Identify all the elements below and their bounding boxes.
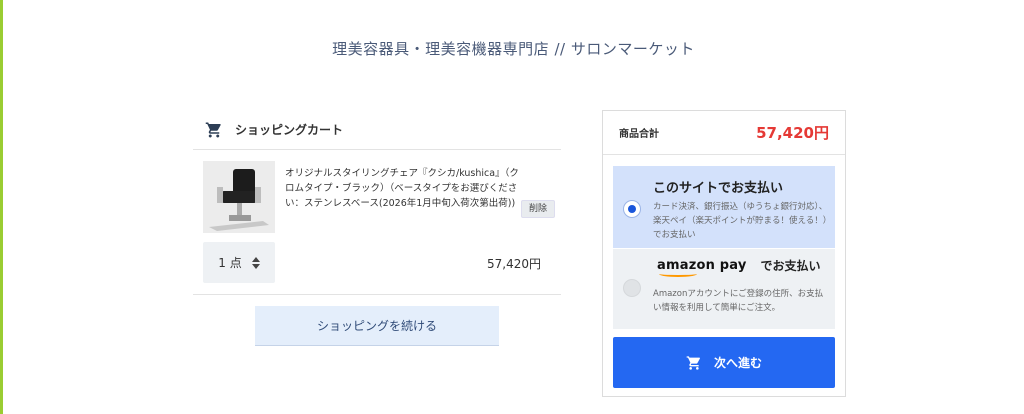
item-price: 57,420円 bbox=[487, 257, 541, 271]
cart-panel: ショッピングカート オリジナルスタイリングチェア『クシカ/kushica』（クロ… bbox=[193, 110, 561, 295]
next-label: 次へ進む bbox=[713, 356, 762, 370]
total-value: 57,420円 bbox=[756, 124, 829, 142]
radio-unselected-icon[interactable] bbox=[623, 279, 641, 297]
shop-title[interactable]: 理美容器具・理美容機器専門店 // サロンマーケット bbox=[3, 38, 1024, 59]
payment-amazon-description: Amazonアカウントにご登録の住所、お支払い情報を利用して簡単にご注文。 bbox=[653, 289, 824, 313]
cart-icon bbox=[205, 122, 221, 137]
total-label: 商品合計 bbox=[619, 129, 659, 140]
amazon-pay-heading: amazon pay でお支払い bbox=[657, 257, 821, 277]
product-image[interactable] bbox=[203, 161, 275, 233]
amazon-pay-title-suffix: でお支払い bbox=[760, 259, 821, 273]
payment-site-description: カード決済、銀行振込（ゆうちょ銀行対応）、楽天ペイ（楽天ポイントが貯まる！使える… bbox=[653, 202, 828, 240]
updown-icon bbox=[251, 256, 260, 269]
payment-option-amazon[interactable]: amazon pay でお支払い Amazonアカウントにご登録の住所、お支払い… bbox=[613, 249, 835, 329]
cart-item: オリジナルスタイリングチェア『クシカ/kushica』（クロムタイプ・ブラック）… bbox=[193, 150, 561, 295]
payment-option-site[interactable]: このサイトでお支払い カード決済、銀行振込（ゆうちょ銀行対応）、楽天ペイ（楽天ポ… bbox=[613, 166, 835, 248]
cart-header: ショッピングカート bbox=[193, 110, 561, 150]
cart-icon bbox=[686, 355, 700, 370]
payment-summary: 商品合計 57,420円 このサイトでお支払い カード決済、銀行振込（ゆうちょ銀… bbox=[602, 110, 846, 397]
continue-shopping-button[interactable]: ショッピングを続ける bbox=[255, 306, 499, 346]
payment-site-title: このサイトでお支払い bbox=[653, 181, 784, 196]
item-name[interactable]: オリジナルスタイリングチェア『クシカ/kushica』（クロムタイプ・ブラック）… bbox=[285, 166, 525, 211]
cart-title: ショッピングカート bbox=[235, 123, 344, 137]
quantity-select[interactable]: 1 点 bbox=[203, 242, 275, 283]
next-button[interactable]: 次へ進む bbox=[613, 337, 835, 388]
amazon-pay-logo: amazon pay bbox=[657, 258, 747, 277]
quantity-label: 1 点 bbox=[218, 256, 242, 270]
radio-selected-icon[interactable] bbox=[623, 200, 641, 218]
total-row: 商品合計 57,420円 bbox=[603, 111, 845, 155]
delete-button[interactable]: 削除 bbox=[521, 200, 555, 218]
